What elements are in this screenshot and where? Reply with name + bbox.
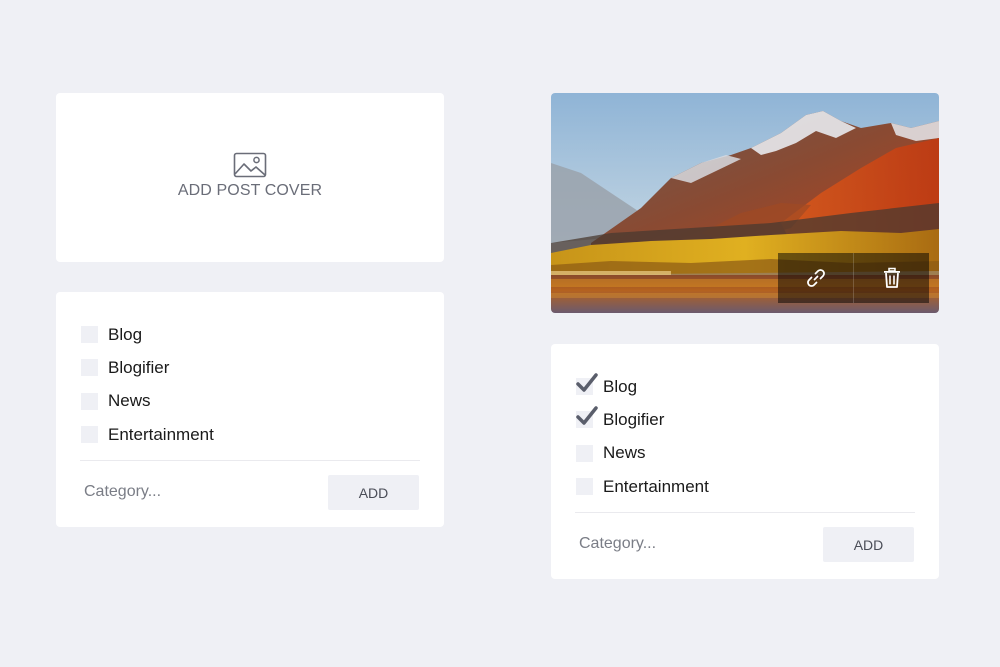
category-input[interactable] [80, 475, 318, 509]
category-checkbox[interactable] [576, 478, 593, 496]
category-label: Blogifier [603, 409, 665, 429]
category-checkbox[interactable] [81, 359, 98, 377]
post-cover-preview [551, 93, 939, 313]
cover-actions [778, 253, 929, 303]
cover-delete-button[interactable] [853, 253, 929, 303]
add-post-cover-button[interactable]: ADD POST COVER [56, 93, 444, 262]
trash-icon [883, 267, 900, 288]
category-input[interactable] [575, 527, 813, 561]
category-label: Entertainment [108, 424, 214, 444]
add-category-button[interactable]: ADD [823, 527, 914, 562]
category-item-entertainment[interactable]: Entertainment [576, 470, 709, 503]
checkmark-icon [576, 406, 598, 426]
category-panel: Blog Blogifier News Entertainment ADD [551, 344, 939, 579]
category-label: News [603, 443, 646, 463]
image-icon [233, 152, 267, 177]
category-checkbox[interactable] [81, 392, 98, 410]
category-item-news[interactable]: News [81, 385, 214, 418]
category-item-news[interactable]: News [576, 437, 709, 470]
link-icon [806, 269, 825, 287]
add-post-cover-label: ADD POST COVER [177, 181, 323, 199]
category-checkbox[interactable] [576, 406, 598, 429]
category-item-blog[interactable]: Blog [81, 318, 214, 351]
category-checkbox[interactable] [81, 426, 98, 444]
category-label: Entertainment [603, 476, 709, 496]
category-label: Blog [603, 376, 638, 396]
category-label: Blogifier [108, 357, 170, 377]
category-checkbox[interactable] [576, 373, 598, 396]
category-list: Blog Blogifier News Entertainment [81, 318, 214, 451]
category-item-blogifier[interactable]: Blogifier [81, 351, 214, 384]
category-panel: Blog Blogifier News Entertainment ADD [56, 292, 444, 527]
category-checkbox[interactable] [576, 444, 593, 462]
category-item-blog[interactable]: Blog [576, 370, 709, 403]
category-item-blogifier[interactable]: Blogifier [576, 403, 709, 436]
category-list: Blog Blogifier News Entertainment [576, 370, 709, 503]
divider [575, 512, 915, 513]
divider [80, 460, 420, 461]
category-item-entertainment[interactable]: Entertainment [81, 418, 214, 451]
category-checkbox[interactable] [81, 326, 98, 344]
category-label: Blog [108, 324, 143, 344]
cover-link-button[interactable] [778, 253, 853, 303]
checkmark-icon [576, 373, 598, 392]
category-label: News [108, 391, 151, 411]
add-category-button[interactable]: ADD [328, 475, 419, 510]
